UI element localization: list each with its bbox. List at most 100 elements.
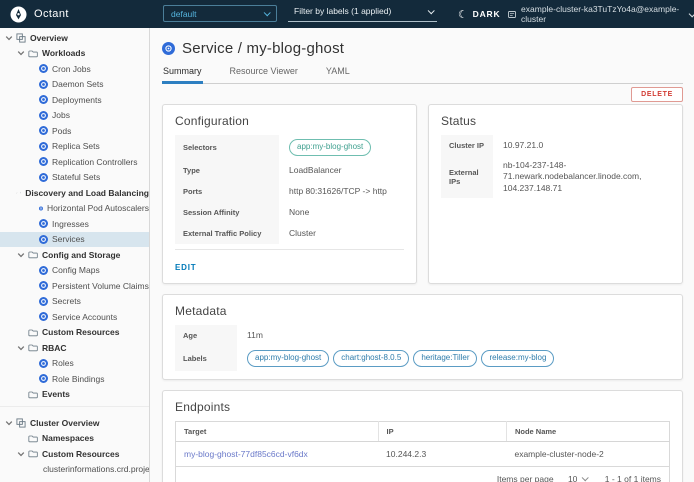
sidebar-item-label: Role Bindings — [52, 374, 104, 384]
sidebar-item-cron-jobs[interactable]: Cron Jobs — [0, 61, 149, 77]
edit-link[interactable]: EDIT — [175, 263, 196, 272]
label-badge[interactable]: heritage:Tiller — [413, 350, 477, 367]
sidebar-item-deployments[interactable]: Deployments — [0, 92, 149, 108]
endpoint-target-link[interactable]: my-blog-ghost-77df85c6cd-vf6dx — [184, 449, 308, 459]
caret-icon[interactable] — [4, 418, 14, 428]
sidebar-item-clusterinformations-crd-projec[interactable]: clusterinformations.crd.projec — [0, 462, 149, 478]
theme-toggle-label: DARK — [473, 9, 501, 19]
field-label: Labels — [175, 346, 237, 371]
sidebar-item-custom-resources[interactable]: Custom Resources — [0, 446, 149, 462]
field-label: Age — [175, 325, 237, 346]
sidebar-item-events[interactable]: Events — [0, 387, 149, 403]
configuration-card-title: Configuration — [175, 114, 404, 128]
configuration-card: Configuration Selectorsapp:my-blog-ghost… — [162, 104, 417, 284]
sidebar-section-gap — [0, 406, 149, 415]
field-row-session-affinity: Session AffinityNone — [175, 202, 404, 223]
sidebar-item-label: Custom Resources — [42, 449, 119, 459]
sidebar-item-services[interactable]: Services — [0, 232, 149, 248]
endpoint-target-cell: my-blog-ghost-77df85c6cd-vf6dx — [176, 441, 379, 466]
sidebar-item-label: Cluster Overview — [30, 418, 99, 428]
cluster-context[interactable]: example-cluster-ka3TuTzYo4a@example-clus… — [508, 0, 694, 28]
field-row-type: TypeLoadBalancer — [175, 160, 404, 181]
bundle-icon — [16, 33, 26, 43]
sidebar-item-label: Cron Jobs — [52, 64, 91, 74]
field-value: app:my-blog-ghostchart:ghost-8.0.5herita… — [237, 346, 670, 371]
sidebar-item-replication-controllers[interactable]: Replication Controllers — [0, 154, 149, 170]
sidebar-item-discovery-and-load-balancing[interactable]: Discovery and Load Balancing — [0, 185, 149, 201]
items-per-page-label: Items per page — [497, 474, 554, 482]
sidebar-item-custom-resources[interactable]: Custom Resources — [0, 325, 149, 341]
delete-button[interactable]: DELETE — [631, 87, 683, 102]
label-filter[interactable]: Filter by labels (1 applied) — [288, 3, 437, 22]
moon-icon: ☾ — [458, 8, 469, 21]
bundle-icon — [16, 418, 26, 428]
sidebar-item-namespaces[interactable]: Namespaces — [0, 431, 149, 447]
label-badge[interactable]: chart:ghost-8.0.5 — [333, 350, 409, 367]
sidebar-item-replica-sets[interactable]: Replica Sets — [0, 139, 149, 155]
sidebar-item-rbac[interactable]: RBAC — [0, 340, 149, 356]
sidebar-item-label: Deployments — [52, 95, 102, 105]
sidebar-item-daemon-sets[interactable]: Daemon Sets — [0, 77, 149, 93]
field-value: app:my-blog-ghost — [279, 135, 404, 160]
service-icon — [162, 42, 175, 55]
sidebar-item-config-maps[interactable]: Config Maps — [0, 263, 149, 279]
resource-icon — [39, 374, 48, 383]
label-badge[interactable]: app:my-blog-ghost — [247, 350, 329, 367]
chevron-down-icon — [582, 474, 589, 481]
label-badge[interactable]: app:my-blog-ghost — [289, 139, 371, 156]
sidebar-item-label: Discovery and Load Balancing — [25, 188, 149, 198]
sidebar-item-label: Jobs — [52, 110, 70, 120]
tab-summary[interactable]: Summary — [162, 66, 203, 84]
endpoint-node-cell: example-cluster-node-2 — [506, 441, 669, 466]
sidebar-item-jobs[interactable]: Jobs — [0, 108, 149, 124]
items-per-page-select[interactable]: 10 — [565, 474, 590, 482]
field-label: Cluster IP — [441, 135, 493, 156]
app-header: Octant default Filter by labels (1 appli… — [0, 0, 694, 28]
sidebar-item-secrets[interactable]: Secrets — [0, 294, 149, 310]
tab-yaml[interactable]: YAML — [325, 66, 351, 84]
field-value: LoadBalancer — [279, 160, 404, 181]
sidebar-item-role-bindings[interactable]: Role Bindings — [0, 371, 149, 387]
resource-icon — [39, 266, 48, 275]
field-label: External Traffic Policy — [175, 223, 279, 244]
resource-icon — [39, 312, 48, 321]
actions-row: DELETE — [162, 84, 683, 104]
status-card-title: Status — [441, 114, 670, 128]
sidebar-item-label: Persistent Volume Claims — [52, 281, 149, 291]
resource-icon — [39, 359, 48, 368]
sidebar-item-csidrivers-csi-storage-k8s-io[interactable]: csidrivers.csi.storage.k8s.io — [0, 477, 149, 482]
label-filter-text: Filter by labels (1 applied) — [294, 6, 391, 16]
sidebar-item-persistent-volume-claims[interactable]: Persistent Volume Claims — [0, 278, 149, 294]
caret-icon[interactable] — [16, 48, 26, 58]
sidebar-item-label: clusterinformations.crd.projec — [43, 464, 149, 474]
metadata-card: Metadata Age11mLabelsapp:my-blog-ghostch… — [162, 294, 683, 380]
caret-icon[interactable] — [16, 343, 26, 353]
sidebar-item-roles[interactable]: Roles — [0, 356, 149, 372]
cluster-icon — [508, 10, 516, 19]
folder-icon — [28, 390, 38, 399]
theme-toggle[interactable]: ☾ DARK — [458, 0, 500, 28]
caret-icon[interactable] — [16, 188, 18, 198]
sidebar-item-config-and-storage[interactable]: Config and Storage — [0, 247, 149, 263]
caret-icon[interactable] — [4, 33, 14, 43]
sidebar-item-pods[interactable]: Pods — [0, 123, 149, 139]
sidebar-item-workloads[interactable]: Workloads — [0, 46, 149, 62]
resource-icon — [39, 111, 48, 120]
caret-icon[interactable] — [16, 250, 26, 260]
sidebar-item-cluster-overview[interactable]: Cluster Overview — [0, 415, 149, 431]
label-badge[interactable]: release:my-blog — [481, 350, 554, 367]
caret-icon[interactable] — [16, 449, 26, 459]
namespace-select[interactable]: default — [163, 5, 277, 22]
sidebar-item-overview[interactable]: Overview — [0, 30, 149, 46]
tab-resource-viewer[interactable]: Resource Viewer — [229, 66, 299, 84]
items-per-page-value: 10 — [568, 474, 577, 482]
sidebar-item-horizontal-pod-autoscalers[interactable]: Horizontal Pod Autoscalers — [0, 201, 149, 217]
sidebar-item-stateful-sets[interactable]: Stateful Sets — [0, 170, 149, 186]
sidebar-item-ingresses[interactable]: Ingresses — [0, 216, 149, 232]
field-value: http 80:31626/TCP -> http — [279, 181, 404, 202]
field-row-external-traffic-policy: External Traffic PolicyCluster — [175, 223, 404, 244]
sidebar-item-service-accounts[interactable]: Service Accounts — [0, 309, 149, 325]
sidebar-item-label: Custom Resources — [42, 327, 119, 337]
octant-logo-icon — [10, 6, 27, 23]
app-title: Octant — [34, 8, 69, 20]
